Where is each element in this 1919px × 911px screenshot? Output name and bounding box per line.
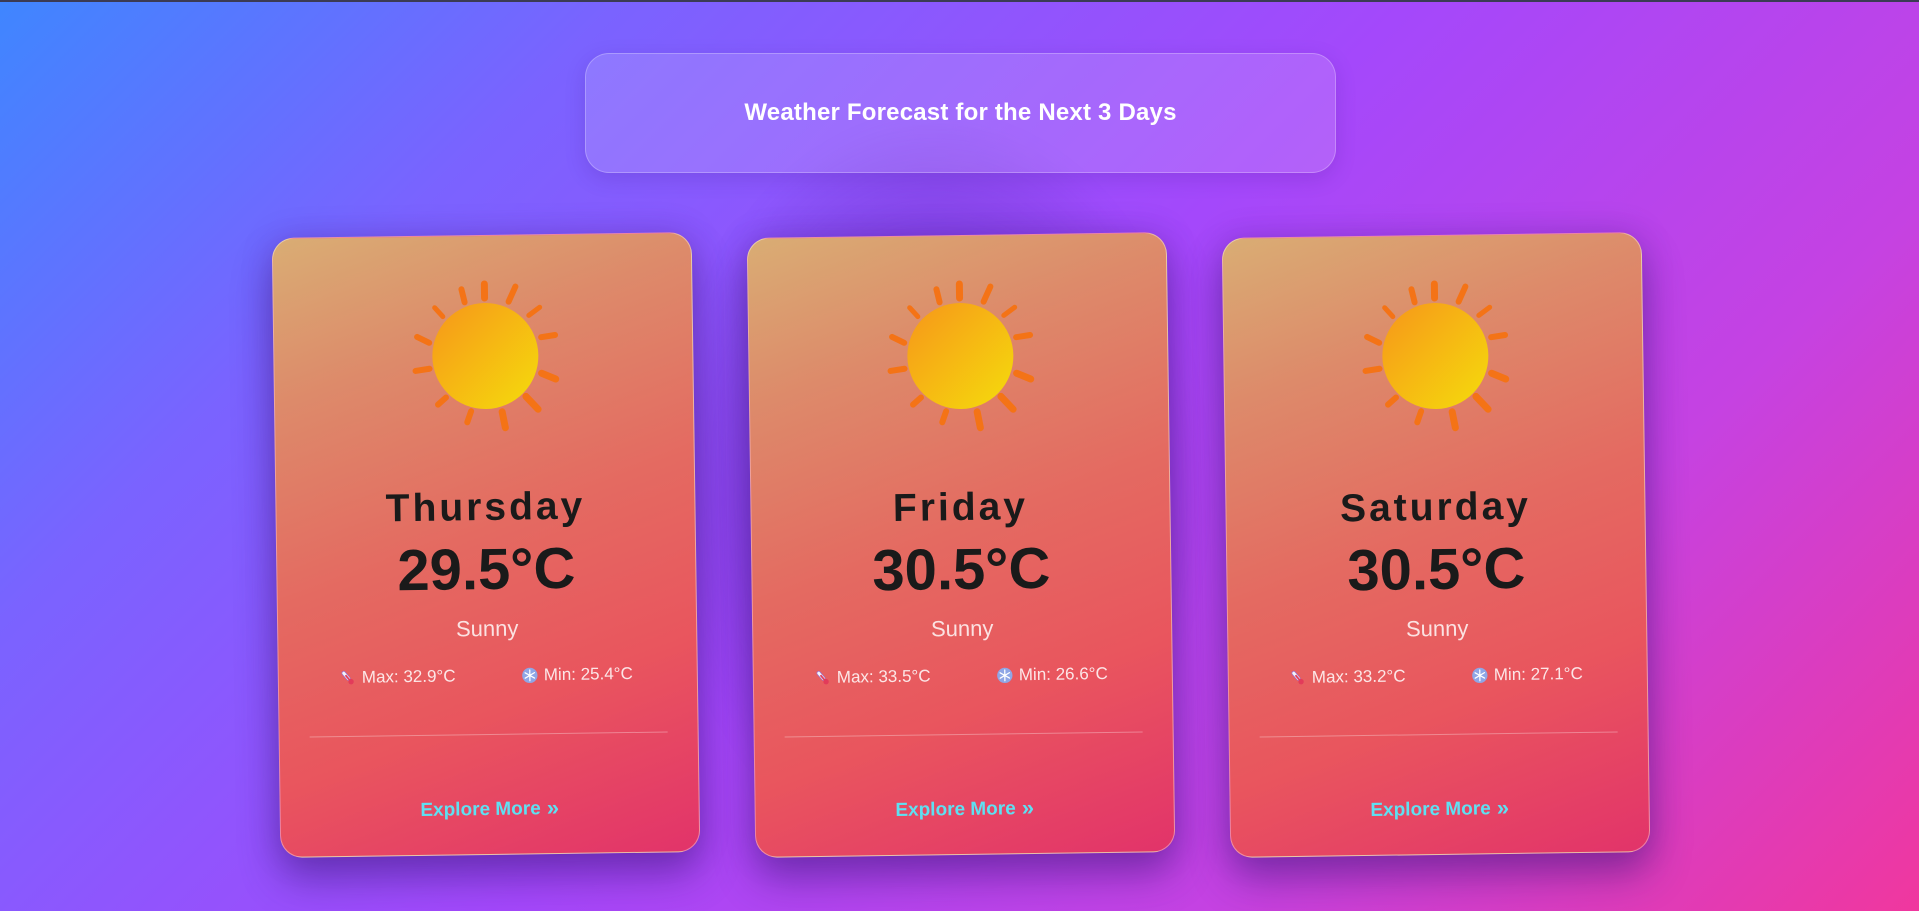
max-temp-label: Max: 32.9°C <box>361 666 456 687</box>
max-temp: Max: 32.9°C <box>339 666 456 688</box>
explore-more-link[interactable]: Explore More» <box>756 793 1174 825</box>
header-panel: Weather Forecast for the Next 3 Days <box>585 53 1336 173</box>
chevron-right-icon: » <box>546 795 560 821</box>
forecast-card-friday: Friday 30.5°C Sunny Max: 33.5°C Min: 26.… <box>746 232 1176 858</box>
temperature: 30.5°C <box>1346 535 1526 604</box>
explore-more-label: Explore More <box>1370 798 1491 821</box>
sun-icon <box>1362 280 1510 432</box>
max-temp-label: Max: 33.5°C <box>836 666 931 687</box>
explore-more-label: Explore More <box>420 798 541 821</box>
temperature: 29.5°C <box>396 535 576 604</box>
min-temp: Min: 26.6°C <box>996 664 1108 686</box>
day-name: Saturday <box>1339 484 1532 531</box>
condition-label: Sunny <box>930 615 994 642</box>
min-temp: Min: 27.1°C <box>1471 664 1583 686</box>
sun-icon <box>887 280 1035 432</box>
explore-more-link[interactable]: Explore More» <box>1231 793 1649 825</box>
card-divider <box>784 731 1143 738</box>
card-divider <box>309 731 668 738</box>
thermometer-icon <box>1291 671 1304 685</box>
day-name: Thursday <box>385 484 586 531</box>
chevron-right-icon: » <box>1021 795 1035 821</box>
snowflake-icon <box>997 667 1013 684</box>
forecast-card-thursday: Thursday 29.5°C Sunny Max: 32.9°C Min: 2… <box>271 232 701 858</box>
thermometer-icon <box>816 671 829 685</box>
min-temp-label: Min: 27.1°C <box>1493 663 1583 685</box>
max-temp: Max: 33.2°C <box>1289 666 1406 688</box>
condition-label: Sunny <box>1405 615 1469 642</box>
max-temp: Max: 33.5°C <box>814 666 931 688</box>
min-temp: Min: 25.4°C <box>521 664 633 686</box>
min-temp-label: Min: 26.6°C <box>1018 663 1108 685</box>
explore-more-label: Explore More <box>895 798 1016 821</box>
chevron-right-icon: » <box>1496 795 1510 821</box>
card-divider <box>1259 731 1618 738</box>
page-title: Weather Forecast for the Next 3 Days <box>744 99 1177 126</box>
day-name: Friday <box>892 485 1029 530</box>
sun-icon <box>412 280 560 432</box>
explore-more-link[interactable]: Explore More» <box>281 793 699 825</box>
max-temp-label: Max: 33.2°C <box>1311 666 1406 687</box>
forecast-card-saturday: Saturday 30.5°C Sunny Max: 33.2°C Min: 2… <box>1221 232 1651 858</box>
condition-label: Sunny <box>455 615 519 642</box>
top-border <box>0 0 1919 2</box>
snowflake-icon <box>1472 667 1488 684</box>
min-temp-label: Min: 25.4°C <box>543 663 633 685</box>
temperature: 30.5°C <box>871 535 1051 604</box>
snowflake-icon <box>522 667 538 684</box>
thermometer-icon <box>341 671 354 685</box>
